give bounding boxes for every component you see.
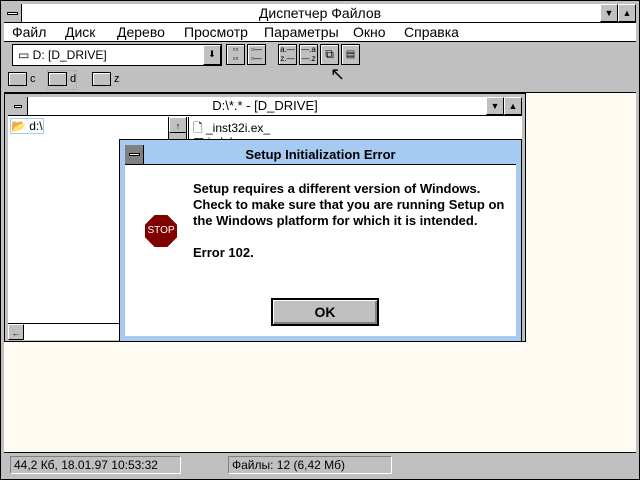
- sort-type-button[interactable]: —.a —.z: [299, 44, 318, 65]
- ok-button[interactable]: OK: [271, 298, 379, 326]
- title-bar: Диспетчер Файлов ▼ ▲: [4, 4, 636, 23]
- system-menu-button[interactable]: [4, 4, 22, 22]
- menu-tree[interactable]: Дерево: [117, 23, 165, 41]
- status-files: Файлы: 12 (6,42 Мб): [228, 456, 392, 474]
- scroll-left-arrow[interactable]: ←: [8, 324, 24, 340]
- properties-icon[interactable]: ▤: [341, 44, 360, 65]
- menu-bar: Файл Диск Дерево Просмотр Параметры Окно…: [4, 23, 636, 42]
- error-dialog: Setup Initialization Error STOP Setup re…: [119, 139, 522, 342]
- drive-label: d: [70, 73, 77, 85]
- child-system-menu[interactable]: [8, 97, 28, 115]
- drive-icon: ▭: [18, 48, 33, 62]
- toolbar: ▭ D: [D_DRIVE] ⬇ ▫▫ ▫▫ ▫— ▫— a.— z.— —.a —.z…: [4, 42, 636, 90]
- child-minimize-button[interactable]: ▼: [486, 97, 504, 115]
- tree-item-label: d:\: [29, 119, 43, 133]
- tree-item[interactable]: 📂 d:\: [10, 118, 44, 134]
- mouse-cursor-icon: ↖: [330, 64, 346, 84]
- status-bar: 44,2 Кб, 18.01.97 10:53:32 Файлы: 12 (6,…: [4, 452, 636, 476]
- file-name: _inst32i.ex_: [206, 121, 271, 135]
- drive-label: c: [30, 73, 36, 85]
- scroll-up-arrow[interactable]: ↑: [169, 117, 187, 133]
- menu-view[interactable]: Просмотр: [184, 23, 248, 41]
- menu-window[interactable]: Окно: [353, 23, 386, 41]
- dialog-title-bar: Setup Initialization Error: [125, 145, 516, 165]
- status-selection: 44,2 Кб, 18.01.97 10:53:32: [10, 456, 181, 474]
- dropdown-arrow-icon[interactable]: ⬇: [203, 45, 221, 65]
- child-maximize-button[interactable]: ▲: [504, 97, 522, 115]
- menu-help[interactable]: Справка: [404, 23, 459, 41]
- drive-label: z: [114, 73, 120, 85]
- maximize-button[interactable]: ▲: [618, 4, 636, 22]
- directory-title-bar: D:\*.* - [D_DRIVE] ▼ ▲: [8, 97, 522, 116]
- drive-select-value: D: [D_DRIVE]: [32, 48, 107, 62]
- message-text: Setup requires a different version of Wi…: [193, 181, 505, 228]
- open-folder-icon: 📂: [11, 119, 26, 133]
- sort-name-button[interactable]: a.— z.—: [278, 44, 297, 65]
- drive-d[interactable]: d: [46, 70, 78, 90]
- new-window-icon[interactable]: ⧉: [320, 44, 339, 65]
- drive-icon: [48, 72, 67, 87]
- menu-disk[interactable]: Диск: [65, 23, 95, 41]
- minimize-button[interactable]: ▼: [600, 4, 618, 22]
- stop-icon: STOP: [145, 215, 177, 247]
- error-message: Setup requires a different version of Wi…: [193, 181, 513, 261]
- drive-select[interactable]: ▭ D: [D_DRIVE] ⬇: [12, 44, 222, 66]
- file-icon: 🗋: [193, 121, 203, 135]
- directory-title: D:\*.* - [D_DRIVE]: [212, 98, 318, 113]
- large-icons-button[interactable]: ▫▫ ▫▫: [226, 44, 245, 65]
- menu-options[interactable]: Параметры: [264, 23, 339, 41]
- error-code: Error 102.: [193, 245, 254, 260]
- menu-file[interactable]: Файл: [12, 23, 46, 41]
- dialog-title: Setup Initialization Error: [245, 147, 396, 162]
- window-title: Диспетчер Файлов: [258, 5, 382, 21]
- dialog-system-menu[interactable]: [125, 145, 144, 164]
- list-view-button[interactable]: ▫— ▫—: [247, 44, 266, 65]
- drive-icon: [8, 72, 27, 87]
- drive-c[interactable]: c: [8, 71, 36, 89]
- drive-icon: [92, 72, 111, 87]
- drive-z[interactable]: z: [92, 71, 120, 89]
- stop-icon-text: STOP: [147, 225, 175, 236]
